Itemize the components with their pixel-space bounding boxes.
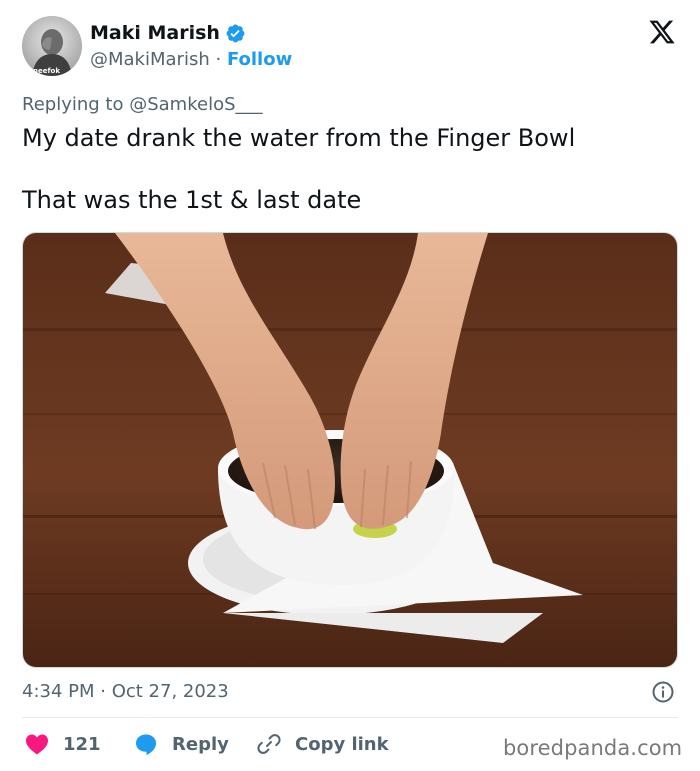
boredpanda-watermark: boredpanda.com	[503, 736, 683, 760]
reply-bubble-icon	[136, 734, 156, 755]
avatar-photo: gneefok	[22, 16, 82, 76]
photo-hands-in-finger-bowl	[23, 233, 677, 667]
copy-link-label: Copy link	[295, 733, 389, 755]
reply-button[interactable]: Reply	[134, 731, 229, 757]
x-logo-icon[interactable]	[648, 18, 676, 46]
tweet-timestamp[interactable]: 4:34 PM · Oct 27, 2023	[22, 680, 229, 704]
author-avatar[interactable]: gneefok	[22, 16, 82, 76]
replying-prefix: Replying to	[22, 94, 124, 115]
author-handle[interactable]: @MakiMarish	[90, 49, 210, 70]
like-count: 121	[63, 733, 101, 755]
follow-button[interactable]: Follow	[227, 49, 292, 70]
author-handle-row: @MakiMarish · Follow	[90, 48, 292, 72]
info-icon[interactable]	[651, 680, 675, 704]
reply-mention-link[interactable]: @SamkeloS___	[129, 94, 262, 115]
author-name[interactable]: Maki Marish	[90, 21, 220, 45]
reply-label: Reply	[172, 733, 229, 755]
like-button[interactable]: 121	[25, 731, 101, 757]
avatar-watermark-text: gneefok	[28, 67, 60, 75]
author-name-row[interactable]: Maki Marish	[90, 21, 246, 45]
link-icon	[257, 734, 281, 754]
actions-divider	[22, 717, 678, 718]
copy-link-button[interactable]: Copy link	[257, 731, 389, 757]
verified-badge-icon	[226, 24, 245, 42]
handle-separator: ·	[215, 49, 222, 70]
tweet-media-photo[interactable]	[22, 232, 678, 668]
tweet-text-line-2: That was the 1st & last date	[22, 186, 362, 214]
tweet-text-line-1: My date drank the water from the Finger …	[22, 124, 576, 152]
replying-to: Replying to @SamkeloS___	[22, 93, 263, 117]
heart-icon	[26, 734, 48, 755]
